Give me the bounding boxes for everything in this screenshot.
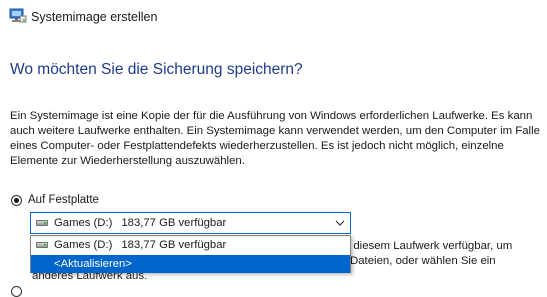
selected-drive-name: Games (D:) (54, 217, 113, 229)
radio-button-selected[interactable] (11, 194, 22, 206)
radio-button-next[interactable] (11, 286, 22, 297)
selected-drive-free: 183,77 GB verfügbar (121, 217, 227, 229)
option-drive-free: 183,77 GB verfügbar (121, 239, 227, 251)
window-titlebar: Systemimage erstellen (0, 0, 547, 36)
window-title: Systemimage erstellen (31, 10, 158, 24)
drive-icon (36, 220, 48, 226)
drive-icon (36, 242, 48, 248)
option-drive-name: Games (D:) (54, 239, 113, 251)
radio-harddisk-label: Auf Festplatte (28, 194, 99, 206)
radio-harddisk[interactable]: Auf Festplatte (11, 192, 99, 208)
description-text: Ein Systemimage ist eine Kopie der für d… (10, 110, 540, 167)
system-image-backup-icon (9, 8, 27, 23)
option-refresh-label: <Aktualisieren> (54, 258, 132, 270)
page-heading: Wo möchten Sie die Sicherung speichern? (10, 61, 303, 78)
dropdown-option-refresh[interactable]: <Aktualisieren> (31, 255, 350, 273)
dropdown-option-drive-d[interactable]: Games (D:) 183,77 GB verfügbar (31, 236, 350, 254)
drive-dropdown-list: Games (D:) 183,77 GB verfügbar <Aktualis… (30, 235, 351, 273)
drive-select-combobox[interactable]: Games (D:) 183,77 GB verfügbar (30, 212, 351, 234)
chevron-down-icon[interactable] (334, 217, 346, 229)
